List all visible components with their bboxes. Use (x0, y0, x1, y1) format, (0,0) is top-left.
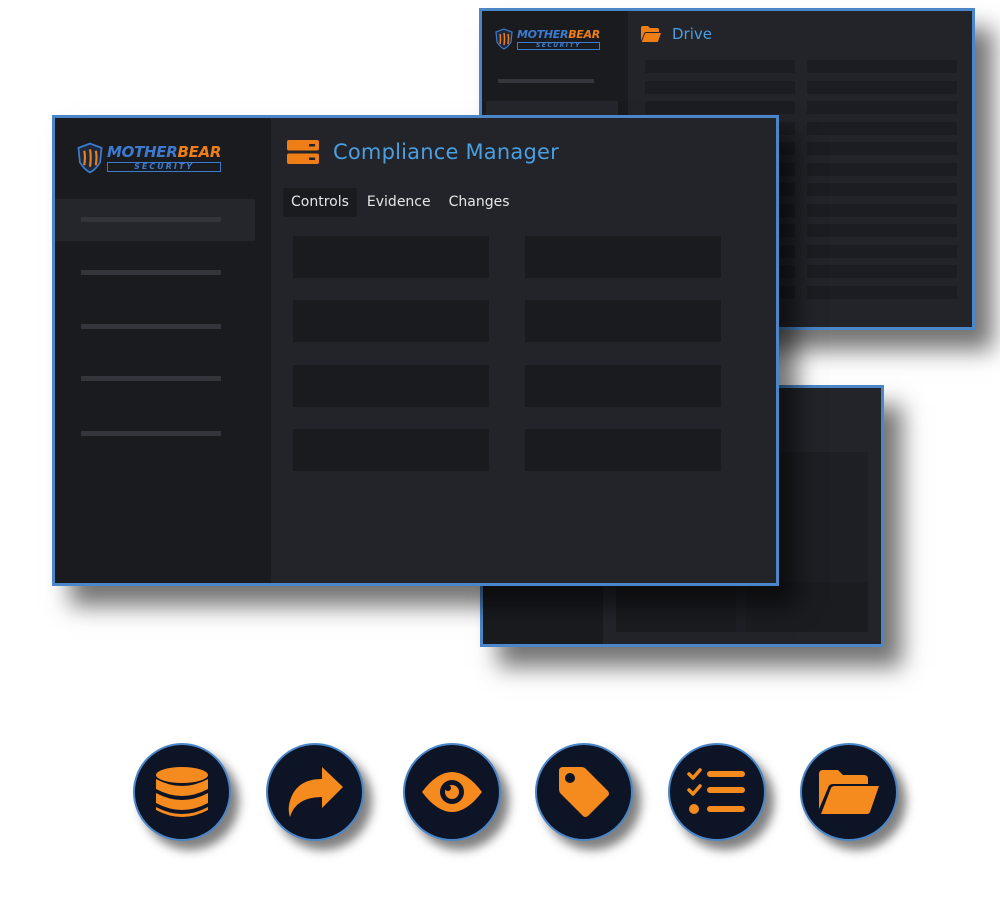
tab-evidence[interactable]: Evidence (359, 188, 439, 217)
control-card[interactable] (525, 236, 721, 278)
table-row[interactable] (645, 60, 957, 73)
logo-sub: SECURITY (107, 162, 222, 172)
database-icon (156, 767, 208, 817)
control-card[interactable] (293, 300, 489, 342)
sidebar-item[interactable] (55, 358, 255, 400)
share-icon (288, 767, 343, 817)
feature-circle-checklist (668, 743, 766, 841)
sidebar-placeholder-line (498, 79, 594, 83)
logo-sub: SECURITY (517, 41, 600, 50)
sidebar-item[interactable] (55, 199, 255, 241)
control-card[interactable] (525, 300, 721, 342)
control-card[interactable] (525, 429, 721, 471)
bear-claw-shield-icon (77, 142, 103, 174)
checklist-icon (687, 768, 745, 814)
control-card[interactable] (293, 365, 489, 407)
logo-brand-bear: BEAR (568, 27, 600, 41)
folder-open-icon (819, 770, 879, 814)
control-card[interactable] (293, 236, 489, 278)
main-header: Compliance Manager (287, 140, 559, 164)
page-title: Compliance Manager (333, 140, 559, 164)
feature-circle-folder (800, 743, 898, 841)
bear-claw-shield-icon (495, 28, 513, 50)
main-sidebar: MOTHERBEAR SECURITY (55, 118, 271, 583)
server-icon (287, 140, 319, 164)
feature-circle-eye (403, 743, 501, 841)
content-card (616, 582, 736, 632)
sidebar-item[interactable] (55, 252, 255, 294)
drive-title: Drive (672, 25, 712, 43)
compliance-manager-window: MOTHERBEAR SECURITY Compliance Manager C… (52, 115, 779, 586)
table-row[interactable] (645, 80, 957, 94)
motherbear-logo: MOTHERBEAR SECURITY (495, 28, 600, 50)
feature-circle-tag (535, 743, 633, 841)
feature-circle-share (266, 743, 364, 841)
logo-brand-mother: MOTHER (107, 143, 178, 161)
drive-header: Drive (640, 25, 712, 43)
tab-bar: Controls Evidence Changes (283, 188, 518, 217)
logo-brand-mother: MOTHER (517, 27, 569, 41)
tag-icon (559, 767, 609, 817)
table-row[interactable] (645, 101, 957, 114)
logo-brand-bear: BEAR (177, 143, 222, 161)
tab-changes[interactable]: Changes (441, 188, 518, 217)
eye-icon (422, 772, 482, 812)
feature-circle-database (133, 743, 231, 841)
control-card[interactable] (293, 429, 489, 471)
content-card (746, 582, 868, 632)
sidebar-item[interactable] (55, 306, 255, 348)
sidebar-item[interactable] (55, 413, 255, 455)
motherbear-logo: MOTHERBEAR SECURITY (77, 142, 221, 174)
control-card[interactable] (525, 365, 721, 407)
folder-open-icon (641, 26, 661, 42)
tab-controls[interactable]: Controls (283, 188, 357, 217)
